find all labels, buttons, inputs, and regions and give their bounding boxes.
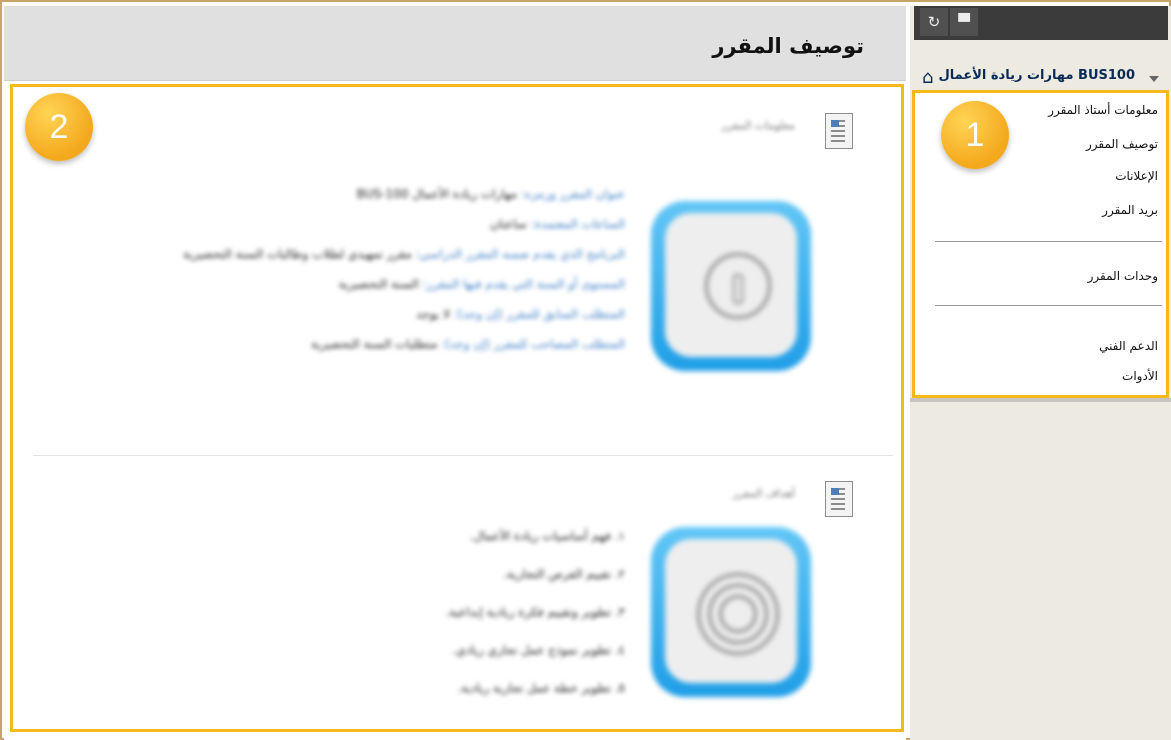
document-icon[interactable]: [825, 113, 853, 149]
callout-badge-2: 2: [25, 93, 93, 161]
info-line: المستوى أو السنة التي يقدم فيها المقرر: …: [338, 277, 625, 291]
menu-shadow: [910, 398, 1171, 402]
list-item: ٥. تطوير خطة عمل تجارية ريادية.: [457, 681, 625, 695]
course-name[interactable]: BUS100 مهارات ريادة الأعمال: [938, 68, 1135, 83]
objectives-list: ١. فهم أساسيات ريادة الأعمال. ٢. تقييم ا…: [445, 517, 625, 707]
list-item: ٤. تطوير نموذج عمل تجاري ريادي.: [452, 643, 625, 657]
menu-divider: [935, 241, 1162, 242]
menu-item-course-units[interactable]: وحدات المقرر: [1088, 269, 1158, 283]
chevron-down-icon[interactable]: [1149, 76, 1159, 82]
course-nav-panel: ↻ ▀ ⌂ BUS100 مهارات ريادة الأعمال معلوما…: [910, 6, 1171, 740]
info-line: الساعات المعتمدة: ساعتان: [490, 217, 625, 231]
info-line: المتطلب السابق للمقرر (إن وجد): لا يوجد: [416, 307, 625, 321]
menu-divider: [935, 305, 1162, 306]
list-item: ٢. تقييم الفرص التجارية.: [503, 567, 625, 581]
target-icon: [651, 527, 811, 697]
menu-item-tech-support[interactable]: الدعم الفني: [1099, 339, 1158, 353]
content-panel: توصيف المقرر معلومات المقرر عنوان المقرر…: [4, 6, 906, 740]
menu-item-announcements[interactable]: الإعلانات: [1115, 169, 1158, 183]
content-highlight-box: معلومات المقرر عنوان المقرر ورمزه: مهارا…: [10, 84, 904, 732]
list-item: ١. فهم أساسيات ريادة الأعمال.: [469, 529, 625, 543]
menu-item-instructor-info[interactable]: معلومات أستاذ المقرر: [1048, 103, 1158, 117]
callout-badge-1: 1: [941, 101, 1009, 169]
info-line: المتطلب المصاحب للمقرر (إن وجد): متطلبات…: [310, 337, 625, 351]
document-icon[interactable]: [825, 481, 853, 517]
course-menu: معلومات أستاذ المقرر توصيف المقرر الإعلا…: [912, 90, 1169, 398]
list-item: ٣. تطوير وتقييم فكرة ريادية إبداعية.: [445, 605, 625, 619]
menu-item-course-mail[interactable]: بريد المقرر: [1102, 203, 1158, 217]
menu-item-course-description[interactable]: توصيف المقرر: [1086, 137, 1158, 151]
section-title[interactable]: أهداف المقرر: [733, 487, 795, 500]
course-info-lines: عنوان المقرر ورمزه: مهارات ريادة الأعمال…: [183, 179, 625, 359]
folder-icon[interactable]: ▀: [950, 8, 978, 36]
refresh-icon[interactable]: ↻: [920, 8, 948, 36]
info-line: البرنامج الذي يقدم ضمنه المقرر الدراسي: …: [182, 247, 625, 261]
info-icon: [651, 201, 811, 371]
home-icon[interactable]: ⌂: [922, 69, 938, 87]
menu-item-tools[interactable]: الأدوات: [1122, 369, 1158, 383]
course-objectives-section: أهداف المقرر ١. فهم أساسيات ريادة الأعما…: [33, 463, 893, 723]
page-title: توصيف المقرر: [712, 34, 864, 58]
content-header: توصيف المقرر: [4, 6, 906, 81]
info-line: عنوان المقرر ورمزه: مهارات ريادة الأعمال…: [356, 187, 625, 201]
course-info-section: معلومات المقرر عنوان المقرر ورمزه: مهارا…: [33, 95, 893, 456]
nav-toolbar: ↻ ▀: [914, 6, 1168, 40]
section-title[interactable]: معلومات المقرر: [722, 119, 795, 132]
